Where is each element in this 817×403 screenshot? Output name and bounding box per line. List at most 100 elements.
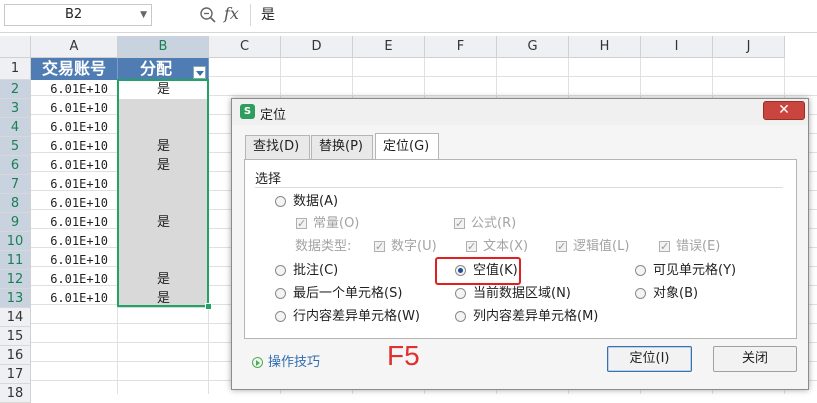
cell-a8[interactable]: 6.01E+10 bbox=[31, 194, 118, 213]
tab-replace[interactable]: 替换(P) bbox=[311, 135, 373, 159]
column-header-c[interactable]: C bbox=[209, 36, 281, 58]
checkbox-icon bbox=[556, 238, 567, 256]
checkbox-formula[interactable]: 公式(R) bbox=[454, 215, 516, 233]
row-header-4[interactable]: 4 bbox=[0, 118, 31, 137]
checkbox-icon bbox=[454, 215, 465, 233]
tips-link[interactable]: 操作技巧 bbox=[252, 351, 320, 370]
cell-a2[interactable]: 6.01E+10 bbox=[31, 80, 118, 99]
row-header-16[interactable]: 16 bbox=[0, 346, 31, 365]
group-divider bbox=[255, 187, 783, 188]
cell-a3[interactable]: 6.01E+10 bbox=[31, 99, 118, 118]
goto-button[interactable]: 定位(I) bbox=[607, 346, 692, 372]
checkbox-icon bbox=[466, 238, 477, 256]
cell-b6[interactable]: 是 bbox=[118, 156, 209, 175]
cell-b10[interactable] bbox=[118, 232, 209, 251]
radio-data-label: 数据(A) bbox=[293, 194, 339, 209]
cell-b2[interactable]: 是 bbox=[118, 80, 209, 99]
radio-current-region-label: 当前数据区域(N) bbox=[473, 286, 571, 301]
name-box[interactable]: B2 ▼ bbox=[4, 4, 152, 26]
row-header-11[interactable]: 11 bbox=[0, 251, 31, 270]
row-header-3[interactable]: 3 bbox=[0, 99, 31, 118]
row-header-14[interactable]: 14 bbox=[0, 308, 31, 327]
column-header-a[interactable]: A bbox=[31, 36, 118, 58]
radio-comment[interactable]: 批注(C) bbox=[275, 262, 338, 280]
fill-handle[interactable] bbox=[205, 303, 212, 310]
cell-b13[interactable]: 是 bbox=[118, 289, 209, 308]
column-header-j[interactable]: J bbox=[713, 36, 785, 58]
close-button[interactable]: 关闭 bbox=[713, 346, 797, 372]
column-header-g[interactable]: G bbox=[497, 36, 569, 58]
checkbox-logic-label: 逻辑值(L) bbox=[573, 239, 630, 254]
column-header-h[interactable]: H bbox=[569, 36, 641, 58]
radio-last-cell[interactable]: 最后一个单元格(S) bbox=[275, 285, 402, 303]
column-header-b[interactable]: B bbox=[118, 36, 209, 58]
name-box-value: B2 bbox=[65, 7, 83, 22]
fx-icon[interactable]: fx bbox=[224, 4, 239, 23]
data-type-label: 数据类型: bbox=[295, 239, 352, 254]
tips-label: 操作技巧 bbox=[268, 355, 321, 370]
column-header-d[interactable]: D bbox=[281, 36, 353, 58]
cell-b11[interactable] bbox=[118, 251, 209, 270]
row-header-13[interactable]: 13 bbox=[0, 289, 31, 308]
radio-row-diff-label: 行内容差异单元格(W) bbox=[293, 309, 420, 324]
cell-b12[interactable]: 是 bbox=[118, 270, 209, 289]
checkbox-constant-label: 常量(O) bbox=[313, 216, 360, 231]
row-header-2[interactable]: 2 bbox=[0, 80, 31, 99]
row-header-6[interactable]: 6 bbox=[0, 156, 31, 175]
row-header-15[interactable]: 15 bbox=[0, 327, 31, 346]
cell-a13[interactable]: 6.01E+10 bbox=[31, 289, 118, 308]
column-header-e[interactable]: E bbox=[353, 36, 425, 58]
row-header-12[interactable]: 12 bbox=[0, 270, 31, 289]
wps-logo-icon: S bbox=[240, 104, 255, 119]
cell-a11[interactable]: 6.01E+10 bbox=[31, 251, 118, 270]
filter-dropdown-icon[interactable] bbox=[193, 66, 206, 79]
dialog-titlebar[interactable]: S 定位 ✕ bbox=[232, 99, 808, 125]
cell-a7[interactable]: 6.01E+10 bbox=[31, 175, 118, 194]
radio-icon bbox=[275, 196, 286, 207]
row-header-5[interactable]: 5 bbox=[0, 137, 31, 156]
zoom-icon[interactable] bbox=[199, 6, 217, 24]
cell-b8[interactable] bbox=[118, 194, 209, 213]
radio-objects[interactable]: 对象(B) bbox=[635, 285, 698, 303]
radio-last-cell-label: 最后一个单元格(S) bbox=[293, 286, 403, 301]
radio-row-diff[interactable]: 行内容差异单元格(W) bbox=[275, 308, 420, 326]
radio-data[interactable]: 数据(A) bbox=[275, 193, 338, 211]
row-header-17[interactable]: 17 bbox=[0, 365, 31, 384]
cell-a9[interactable]: 6.01E+10 bbox=[31, 213, 118, 232]
cell-a6[interactable]: 6.01E+10 bbox=[31, 156, 118, 175]
cell-a1[interactable]: 交易账号 bbox=[31, 58, 118, 80]
checkbox-constant[interactable]: 常量(O) bbox=[296, 215, 359, 233]
radio-col-diff[interactable]: 列内容差异单元格(M) bbox=[455, 308, 598, 326]
row-header-8[interactable]: 8 bbox=[0, 194, 31, 213]
cell-a12[interactable]: 6.01E+10 bbox=[31, 270, 118, 289]
cell-b5[interactable]: 是 bbox=[118, 137, 209, 156]
cell-a5[interactable]: 6.01E+10 bbox=[31, 137, 118, 156]
cell-b9[interactable]: 是 bbox=[118, 213, 209, 232]
row-header-10[interactable]: 10 bbox=[0, 232, 31, 251]
close-icon[interactable]: ✕ bbox=[763, 101, 805, 120]
cell-b3[interactable] bbox=[118, 99, 209, 118]
cell-b4[interactable] bbox=[118, 118, 209, 137]
tab-goto[interactable]: 定位(G) bbox=[375, 133, 439, 159]
row-header-7[interactable]: 7 bbox=[0, 175, 31, 194]
tab-find[interactable]: 查找(D) bbox=[245, 135, 310, 159]
radio-current-region[interactable]: 当前数据区域(N) bbox=[455, 285, 571, 303]
checkbox-logic[interactable]: 逻辑值(L) bbox=[556, 238, 629, 256]
radio-visible[interactable]: 可见单元格(Y) bbox=[635, 262, 736, 280]
checkbox-error[interactable]: 错误(E) bbox=[659, 238, 720, 256]
column-header-f[interactable]: F bbox=[425, 36, 497, 58]
row-header-1[interactable]: 1 bbox=[0, 58, 31, 80]
cell-b7[interactable] bbox=[118, 175, 209, 194]
cell-a4[interactable]: 6.01E+10 bbox=[31, 118, 118, 137]
radio-icon bbox=[275, 311, 286, 322]
chevron-down-icon[interactable]: ▼ bbox=[140, 5, 147, 25]
cell-a10[interactable]: 6.01E+10 bbox=[31, 232, 118, 251]
column-header-i[interactable]: I bbox=[641, 36, 713, 58]
formula-input[interactable]: 是 bbox=[250, 4, 816, 26]
radio-icon bbox=[455, 288, 466, 299]
checkbox-number[interactable]: 数字(U) bbox=[374, 238, 437, 256]
checkbox-text[interactable]: 文本(X) bbox=[466, 238, 528, 256]
goto-dialog: S 定位 ✕ 查找(D) 替换(P) 定位(G) 选择 数据(A) 常量(O) … bbox=[231, 98, 809, 390]
row-header-9[interactable]: 9 bbox=[0, 213, 31, 232]
select-all-corner[interactable] bbox=[0, 36, 31, 58]
